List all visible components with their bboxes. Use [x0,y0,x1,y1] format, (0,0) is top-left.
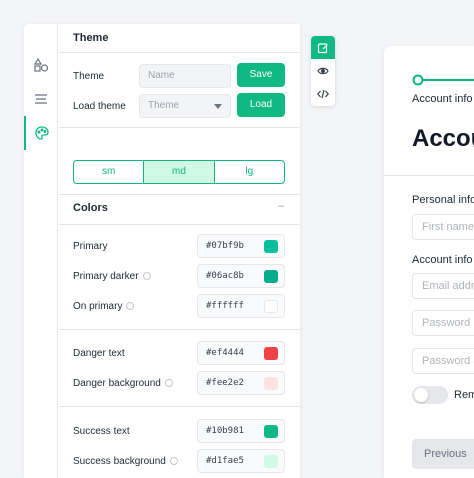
color-input[interactable]: #10b981 [197,419,285,443]
color-input[interactable]: #ffffff [197,294,285,318]
load-button[interactable]: Load [237,93,285,117]
color-row-primary-darker: Primary darker #06ac8b [73,264,286,288]
color-row-success-background: Success background #d1fae5 [73,449,286,473]
color-swatch[interactable] [264,455,278,468]
color-value: #07bf9b [206,241,244,251]
color-swatch[interactable] [264,425,278,438]
remember-label: Remember [454,389,474,401]
settings-panel: Theme Theme Name Save Load theme Theme L… [59,24,300,478]
theme-name-input[interactable]: Name [139,64,231,88]
stepper-progress [412,74,474,86]
color-swatch[interactable] [264,300,278,313]
color-input[interactable]: #07bf9b [197,234,285,258]
color-label: Primary darker [73,271,139,282]
color-swatch[interactable] [264,347,278,360]
theme-label: Theme [73,70,105,82]
form-preview: Account info Account Personal info First… [384,46,474,478]
sidebar-rail [24,24,58,478]
color-row-on-primary: On primary #ffffff [73,294,286,318]
theme-builder-panel: Theme Theme Name Save Load theme Theme L… [24,24,300,478]
first-name-input[interactable]: First name [412,214,474,240]
divider [59,194,300,195]
chevron-down-icon [214,104,222,109]
color-label: Danger background [73,378,161,389]
view-mode-toolbar [311,36,335,106]
shapes-icon[interactable] [24,48,58,82]
color-row-success-text: Success text #10b981 [73,419,286,443]
color-value: #ef4444 [206,348,244,358]
menu-lines-icon[interactable] [24,82,58,116]
edit-icon[interactable] [311,36,335,59]
color-label: Danger text [73,348,125,359]
divider [384,175,474,176]
personal-info-label: Personal info [412,194,474,206]
theme-section-title: Theme [59,24,300,53]
form-heading: Account [412,125,474,152]
step-label: Account info [412,93,473,105]
password-input[interactable]: Password [412,310,474,336]
color-row-primary: Primary #07bf9b [73,234,286,258]
color-input[interactable]: #06ac8b [197,264,285,288]
size-option-sm[interactable]: sm [74,161,145,183]
toggle-knob [414,388,428,402]
load-theme-label: Load theme [73,100,126,112]
save-button[interactable]: Save [237,63,285,87]
color-input[interactable]: #ef4444 [197,341,285,365]
color-label: On primary [73,301,123,312]
info-icon[interactable] [169,457,178,465]
theme-select-value: Theme [148,100,180,111]
divider [59,406,300,407]
info-icon[interactable] [164,379,173,387]
color-input[interactable]: #fee2e2 [197,371,285,395]
previous-button[interactable]: Previous [412,439,474,469]
remember-toggle[interactable] [412,386,448,404]
color-label: Success background [73,456,166,467]
color-value: #ffffff [206,301,244,311]
color-label: Primary [73,241,108,252]
color-swatch[interactable] [264,240,278,253]
size-option-lg[interactable]: lg [215,161,284,183]
divider [59,127,300,128]
divider [59,224,300,225]
colors-section-title: Colors [73,202,108,214]
size-option-md[interactable]: md [144,161,215,183]
color-value: #10b981 [206,426,244,436]
color-row-danger-background: Danger background #fee2e2 [73,371,286,395]
color-value: #fee2e2 [206,378,244,388]
divider [59,329,300,330]
color-value: #06ac8b [206,271,244,281]
info-icon[interactable] [142,272,151,280]
code-icon[interactable] [311,82,335,105]
collapse-icon[interactable]: – [278,200,284,212]
color-label: Success text [73,426,130,437]
color-row-danger-text: Danger text #ef4444 [73,341,286,365]
palette-icon[interactable] [24,116,58,150]
color-input[interactable]: #d1fae5 [197,449,285,473]
eye-icon[interactable] [311,59,335,82]
color-swatch[interactable] [264,270,278,283]
account-info-label: Account info [412,254,473,266]
email-input[interactable]: Email address [412,273,474,299]
size-toggle: sm md lg [73,160,285,184]
color-value: #d1fae5 [206,456,244,466]
password-again-input[interactable]: Password again [412,348,474,374]
theme-select[interactable]: Theme [139,94,231,118]
color-swatch[interactable] [264,377,278,390]
info-icon[interactable] [126,302,135,310]
